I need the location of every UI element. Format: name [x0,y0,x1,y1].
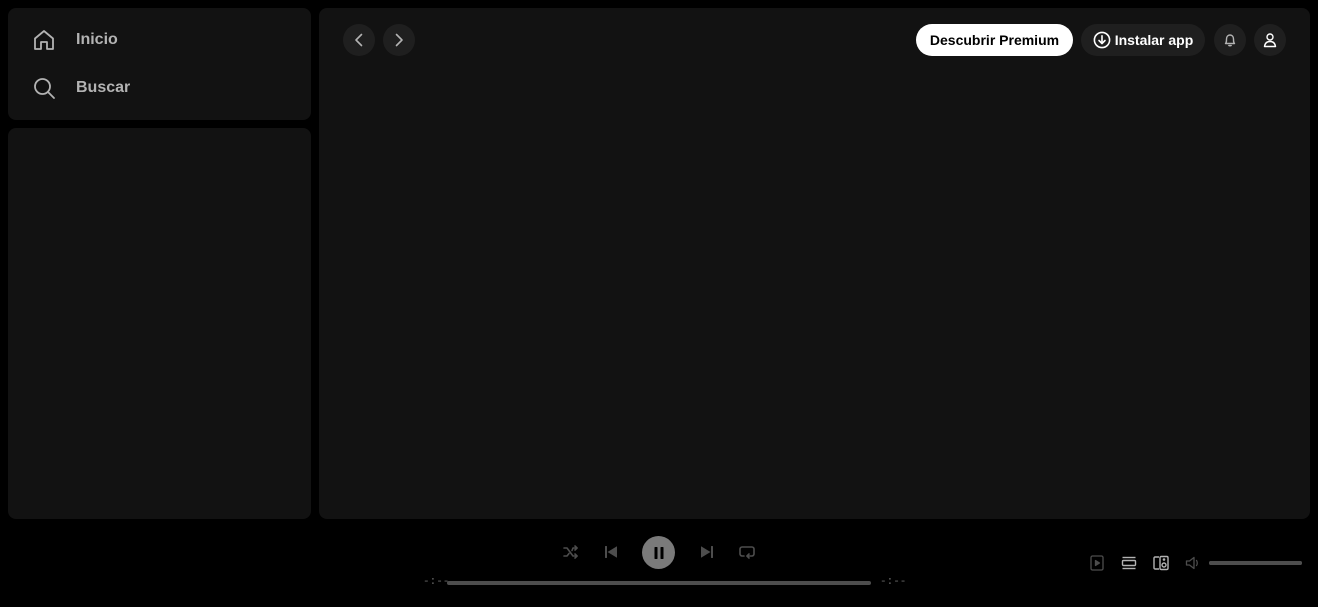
next-icon[interactable] [697,542,717,562]
chevron-left-icon [355,33,363,47]
download-icon [1093,31,1111,49]
now-playing-view-icon[interactable] [1087,553,1107,573]
total-time: -:-- [880,576,907,588]
pause-button[interactable] [642,536,675,569]
nav-item-label: Inicio [76,31,118,48]
search-icon [32,76,56,100]
bell-icon [1224,34,1236,47]
chevron-right-icon [395,33,403,47]
user-icon [1263,33,1277,48]
elapsed-time: -:-- [423,576,450,588]
premium-button[interactable]: Descubrir Premium [916,24,1073,56]
repeat-icon[interactable] [737,542,757,562]
previous-icon[interactable] [601,542,621,562]
progress-bar[interactable] [447,581,871,585]
notifications-button[interactable] [1214,24,1246,56]
user-menu-button[interactable] [1254,24,1286,56]
nav-item-label: Buscar [76,79,131,96]
nav-item-search[interactable]: Buscar [32,72,130,104]
forward-button[interactable] [383,24,415,56]
install-app-button[interactable]: Instalar app [1081,24,1205,56]
volume-icon[interactable] [1183,553,1203,573]
main-panel: Descubrir Premium Instalar app [319,8,1310,519]
pause-icon [654,546,663,559]
connect-device-icon[interactable] [1151,553,1171,573]
volume-fill [1209,561,1302,565]
nav-panel: Inicio Buscar [8,8,311,120]
queue-icon[interactable] [1119,553,1139,573]
nav-item-home[interactable]: Inicio [32,24,118,56]
home-icon [32,28,56,52]
install-app-label: Instalar app [1114,32,1194,48]
library-panel [8,128,311,519]
shuffle-icon[interactable] [561,542,581,562]
back-button[interactable] [343,24,375,56]
volume-slider[interactable] [1209,561,1302,565]
